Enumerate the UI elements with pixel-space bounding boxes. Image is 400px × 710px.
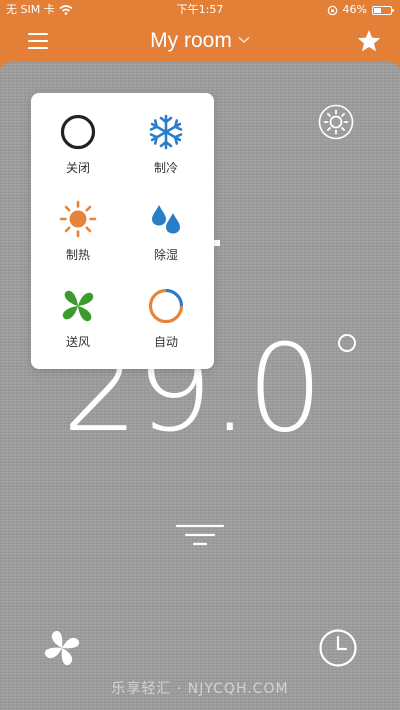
timer-icon[interactable] <box>318 628 358 668</box>
battery-percent: 46% <box>342 3 367 16</box>
chevron-down-icon <box>238 36 250 44</box>
page-title: My room <box>150 29 232 52</box>
mode-label: 制冷 <box>153 161 178 175</box>
mode-auto-option[interactable]: 自动 <box>121 287 211 350</box>
display-fragment <box>214 240 220 246</box>
star-icon[interactable] <box>356 28 382 54</box>
fan-icon <box>62 290 94 322</box>
snowflake-icon <box>149 114 183 150</box>
status-right: 46% <box>327 0 394 20</box>
mode-heat-option[interactable]: 制热 <box>33 200 123 263</box>
brightness-icon[interactable] <box>318 104 354 140</box>
auto-cycle-icon <box>148 288 184 324</box>
water-drops-icon <box>152 205 180 234</box>
filter-icon[interactable] <box>176 522 224 552</box>
status-bar: 无 SIM 卡 下午1:57 46% <box>0 0 400 20</box>
degree-symbol <box>338 334 356 352</box>
mode-label: 关闭 <box>65 161 90 175</box>
orientation-lock-icon <box>327 5 337 15</box>
fan-speed-icon[interactable] <box>42 628 82 668</box>
battery-icon <box>372 5 394 15</box>
mode-cool-option[interactable]: 制冷 <box>121 113 211 176</box>
mode-fan-option[interactable]: 送风 <box>33 287 123 350</box>
mode-off-option[interactable]: 关闭 <box>33 113 123 176</box>
mode-label: 送风 <box>65 335 90 349</box>
mode-menu-popup: 关闭 制冷 制热 除湿 送风 自动 <box>31 93 214 369</box>
mode-label: 制热 <box>65 248 90 262</box>
power-off-icon <box>60 114 96 150</box>
mode-label: 自动 <box>153 335 178 349</box>
mode-label: 除湿 <box>153 248 178 262</box>
room-selector[interactable]: My room <box>0 29 400 53</box>
sun-icon <box>59 200 97 238</box>
mode-dry-option[interactable]: 除湿 <box>121 200 211 263</box>
battery-fill <box>374 7 382 13</box>
watermark: 乐享轻汇 · NJYCQH.COM <box>111 681 289 697</box>
nav-bar: My room <box>0 20 400 64</box>
